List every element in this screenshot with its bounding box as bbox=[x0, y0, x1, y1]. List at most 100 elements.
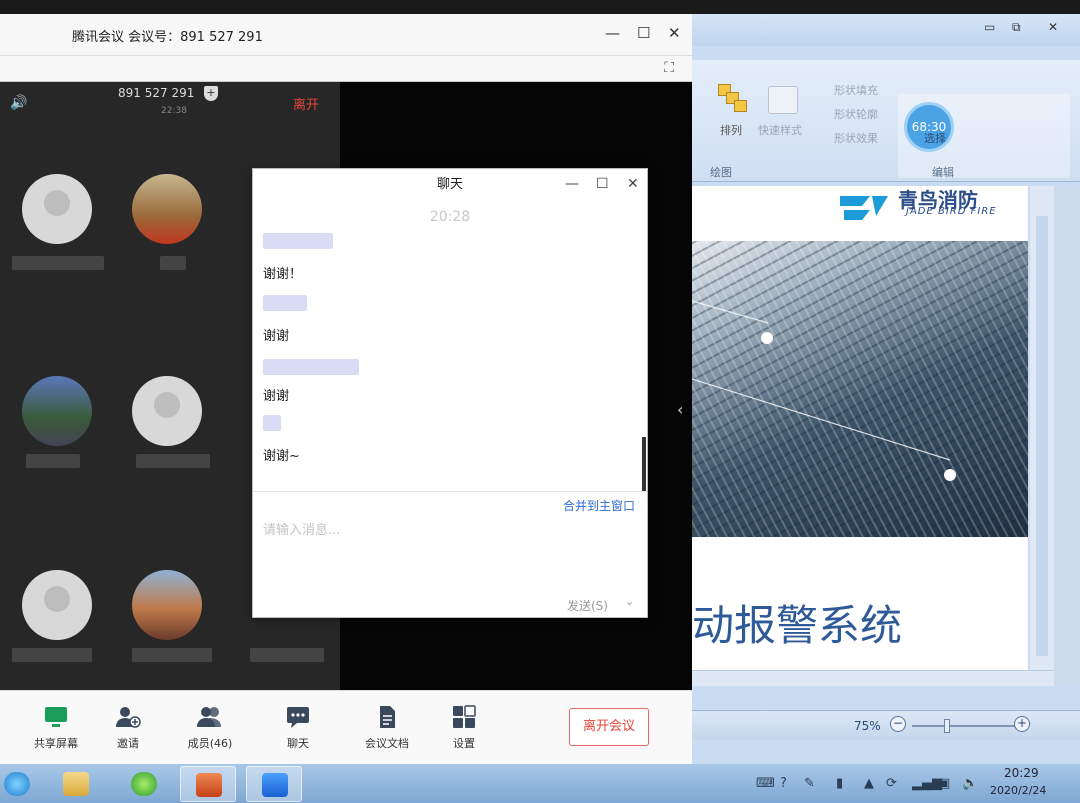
zoom-in-icon[interactable]: + bbox=[1014, 716, 1030, 732]
participant-avatar[interactable] bbox=[22, 376, 92, 446]
tray-date[interactable]: 2020/2/24 bbox=[990, 784, 1046, 797]
tray-time[interactable]: 20:29 bbox=[1004, 766, 1039, 780]
network-icon[interactable]: ▣ bbox=[938, 776, 950, 791]
doc-side-panel bbox=[1054, 186, 1080, 686]
chat-sender-blurred bbox=[263, 415, 281, 431]
settings-grid-icon bbox=[451, 705, 477, 729]
chat-sender-blurred bbox=[263, 359, 359, 375]
select-button[interactable]: 选择 bbox=[924, 130, 946, 146]
fullscreen-icon[interactable]: ⛶ bbox=[664, 60, 674, 76]
chat-input[interactable]: 请输入消息... bbox=[263, 519, 340, 538]
slide-dot bbox=[761, 332, 773, 344]
participant-avatar[interactable] bbox=[22, 570, 92, 640]
collapse-panel-icon[interactable]: ‹ bbox=[677, 400, 683, 419]
leave-meeting-button[interactable]: 离开会议 bbox=[569, 708, 649, 746]
chat-icon bbox=[285, 705, 311, 729]
document-icon bbox=[374, 705, 400, 729]
meeting-sub-bar: ⛶ bbox=[0, 56, 692, 82]
participant-avatar[interactable] bbox=[132, 376, 202, 446]
participant-name-blurred bbox=[132, 648, 212, 662]
keyboard-icon[interactable]: ⌨ bbox=[756, 776, 775, 791]
meeting-title-bar: 腾讯会议 会议号：891 527 291 — ☐ ✕ bbox=[0, 14, 692, 56]
merge-to-main-window-link[interactable]: 合并到主窗口 bbox=[563, 497, 635, 514]
settings-button[interactable]: 设置 bbox=[434, 705, 494, 751]
chat-message: 谢谢！ bbox=[263, 267, 303, 282]
browser-icon bbox=[131, 772, 157, 796]
chat-maximize-icon[interactable]: ☐ bbox=[596, 176, 609, 192]
vertical-scrollbar[interactable] bbox=[1030, 186, 1054, 670]
zoom-slider-knob[interactable] bbox=[944, 719, 950, 733]
ribbon: 排列 快速样式 形状填充 形状轮廓 形状效果 68:30 选择 绘图 编辑 bbox=[692, 60, 1080, 182]
chat-message: 谢谢~ bbox=[263, 449, 300, 464]
participant-avatar[interactable] bbox=[132, 570, 202, 640]
tencent-meeting-icon bbox=[262, 773, 288, 797]
photo-lines bbox=[692, 300, 951, 461]
members-button[interactable]: 成员(46) bbox=[180, 705, 240, 751]
status-bar: 75% − + bbox=[692, 710, 1080, 740]
powerpoint-icon bbox=[196, 773, 222, 797]
minimize-icon[interactable]: — bbox=[605, 24, 620, 42]
chat-message: 谢谢 bbox=[263, 389, 290, 404]
zoom-slider[interactable] bbox=[912, 725, 1018, 727]
share-screen-button[interactable]: 共享屏幕 bbox=[26, 705, 86, 751]
maximize-icon[interactable]: ☐ bbox=[637, 24, 650, 42]
shape-fill-button[interactable]: 形状填充 bbox=[834, 82, 878, 98]
chat-button[interactable]: 聊天 bbox=[268, 705, 328, 751]
help-icon[interactable]: ? bbox=[780, 776, 787, 791]
slide-heading: 动报警系统 bbox=[692, 601, 903, 650]
sync-icon[interactable]: ⟳ bbox=[886, 776, 897, 791]
meeting-toolbar: 共享屏幕 邀请 成员(46) 聊天 会议文档 设置 离开会议 bbox=[0, 690, 692, 764]
browser-taskbar-button[interactable] bbox=[116, 766, 172, 802]
ribbon-group-editing: 编辑 bbox=[932, 166, 954, 179]
doc-close-icon[interactable]: ✕ bbox=[1048, 20, 1058, 34]
chat-sender-blurred bbox=[263, 295, 307, 311]
participant-name-blurred bbox=[26, 454, 80, 468]
meeting-docs-button[interactable]: 会议文档 bbox=[357, 705, 417, 751]
chat-message: 谢谢 bbox=[263, 329, 290, 344]
tencent-meeting-taskbar-button[interactable] bbox=[246, 766, 302, 802]
close-icon[interactable]: ✕ bbox=[668, 24, 681, 42]
powerpoint-taskbar-button[interactable] bbox=[180, 766, 236, 802]
volume-icon[interactable]: 🔈 bbox=[962, 776, 978, 791]
shape-effects-button[interactable]: 形状效果 bbox=[834, 130, 878, 146]
chat-scrollbar[interactable] bbox=[642, 437, 646, 491]
chat-close-icon[interactable]: ✕ bbox=[627, 176, 639, 192]
horizontal-scrollbar[interactable] bbox=[692, 670, 1054, 686]
quick-styles-button[interactable]: 快速样式 bbox=[758, 122, 802, 138]
pen-icon[interactable]: ✎ bbox=[804, 776, 815, 791]
chat-window: 聊天 — ☐ ✕ 20:28 谢谢！ 谢谢 谢谢 谢谢~ 合并到主窗口 请输入消… bbox=[252, 168, 648, 618]
doc-minimize-icon[interactable]: ▭ bbox=[984, 20, 995, 34]
slide-canvas[interactable]: 青鸟消防 JADE BIRD FIRE 动报警系统 bbox=[692, 186, 1028, 670]
shape-outline-button[interactable]: 形状轮廓 bbox=[834, 106, 878, 122]
security-shield-icon[interactable]: + bbox=[204, 86, 218, 101]
presentation-window: ▭ ⧉ ✕ 排列 快速样式 形状填充 形状轮廓 形状效果 68:30 选择 绘图… bbox=[692, 14, 1080, 764]
participant-name-blurred bbox=[250, 648, 324, 662]
invite-user-icon bbox=[115, 705, 141, 729]
show-hidden-icons-icon[interactable]: ▲ bbox=[864, 776, 874, 791]
chat-timestamp: 20:28 bbox=[429, 209, 471, 225]
members-icon bbox=[197, 705, 223, 729]
participant-avatar[interactable] bbox=[22, 174, 92, 244]
doc-restore-icon[interactable]: ⧉ bbox=[1012, 20, 1021, 35]
participant-avatar[interactable] bbox=[132, 174, 202, 244]
folder-icon bbox=[63, 772, 89, 796]
slide-dot bbox=[944, 469, 956, 481]
leave-link[interactable]: 离开 bbox=[293, 94, 319, 113]
explorer-taskbar-button[interactable] bbox=[48, 766, 104, 802]
screen-share-icon bbox=[43, 705, 69, 729]
presentation-title-bar: ▭ ⧉ ✕ bbox=[692, 14, 1080, 46]
speaker-icon[interactable]: 🔊 bbox=[10, 95, 27, 111]
chat-minimize-icon[interactable]: — bbox=[565, 176, 579, 192]
send-button[interactable]: 发送(S) bbox=[567, 597, 608, 614]
chat-divider bbox=[253, 491, 647, 492]
send-options-chevron-icon[interactable]: ⌄ bbox=[625, 595, 634, 608]
slide-logo-subtitle: JADE BIRD FIRE bbox=[906, 206, 997, 217]
zoom-out-icon[interactable]: − bbox=[890, 716, 906, 732]
chat-sender-blurred bbox=[263, 233, 333, 249]
arrange-button[interactable]: 排列 bbox=[720, 122, 742, 138]
invite-button[interactable]: 邀请 bbox=[98, 705, 158, 751]
taskbar: ⌨ ? ✎ ▮ ▲ ⟳ ▂▄▆ ▣ 🔈 20:29 2020/2/24 bbox=[0, 764, 1080, 803]
quick-styles-icon bbox=[768, 86, 798, 114]
battery-icon[interactable]: ▮ bbox=[836, 776, 843, 791]
participant-name-blurred bbox=[12, 256, 104, 270]
